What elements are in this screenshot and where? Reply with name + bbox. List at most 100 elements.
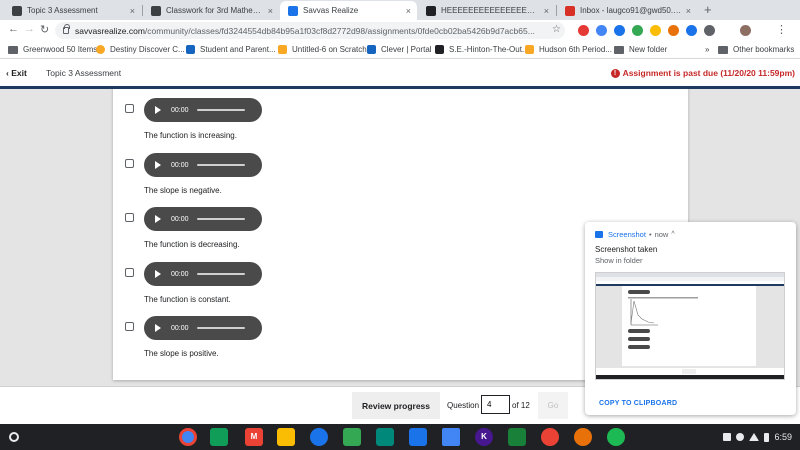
review-progress-button[interactable]: Review progress [352, 392, 440, 419]
audio-progress-track[interactable] [196, 218, 245, 220]
answer-checkbox[interactable] [125, 322, 134, 331]
close-icon[interactable]: × [686, 6, 691, 16]
notification-app: Screenshot [608, 230, 646, 239]
settings-icon[interactable] [310, 428, 328, 446]
audio-player[interactable]: 00:00 [144, 98, 262, 122]
gmail-icon[interactable]: M [245, 428, 263, 446]
lock-icon [63, 24, 70, 34]
extension-icon[interactable] [614, 25, 625, 36]
address-bar[interactable]: savvasrealize.com/community/classes/fd32… [55, 22, 565, 39]
close-icon[interactable]: × [268, 6, 273, 16]
question-number-input[interactable] [481, 395, 510, 414]
kahoot-icon[interactable]: K [475, 428, 493, 446]
bookmark-hudson[interactable]: Hudson 6th Period... [525, 45, 612, 54]
audio-progress-track[interactable] [196, 109, 245, 111]
photos-icon[interactable] [574, 428, 592, 446]
close-icon[interactable]: × [406, 6, 411, 16]
chevron-up-icon[interactable]: ^ [671, 231, 674, 238]
tab-classwork[interactable]: Classwork for 3rd Mathematics × [143, 1, 279, 20]
extension-icon[interactable] [668, 25, 679, 36]
answer-checkbox[interactable] [125, 213, 134, 222]
audio-player[interactable]: 00:00 [144, 316, 262, 340]
audio-player[interactable]: 00:00 [144, 207, 262, 231]
bookmark-student-parent[interactable]: Student and Parent... [186, 45, 276, 54]
audio-time: 00:00 [171, 324, 189, 332]
classroom-icon-2[interactable] [508, 428, 526, 446]
play-icon[interactable] [155, 324, 161, 332]
new-tab-button[interactable]: + [704, 2, 712, 17]
tab-title: Topic 3 Assessment [27, 6, 98, 15]
exit-button[interactable]: ‹ Exit [6, 68, 27, 78]
play-icon[interactable] [155, 215, 161, 223]
launcher-icon[interactable] [9, 432, 19, 442]
back-arrow-icon[interactable]: ← [8, 23, 19, 35]
audio-progress-track[interactable] [196, 273, 245, 275]
audio-player[interactable]: 00:00 [144, 262, 262, 286]
bookmark-label: New folder [629, 45, 668, 54]
spotify-icon[interactable] [607, 428, 625, 446]
past-due-notice: ! Assignment is past due (11/20/20 11:59… [610, 68, 795, 78]
play-icon[interactable] [155, 161, 161, 169]
exit-label: Exit [11, 68, 27, 78]
show-in-folder-link[interactable]: Show in folder [595, 256, 643, 265]
profile-avatar[interactable] [740, 25, 751, 36]
answer-text: The function is constant. [144, 295, 231, 304]
close-icon[interactable]: × [130, 6, 135, 16]
menu-dots-icon[interactable]: ⋮ [776, 23, 787, 36]
audio-progress-track[interactable] [196, 327, 245, 329]
battery-icon [764, 432, 770, 442]
bookmarks-overflow[interactable]: » [705, 45, 709, 54]
tab-topic-3-assessment[interactable]: Topic 3 Assessment × [4, 1, 141, 20]
answer-text: The slope is positive. [144, 349, 219, 358]
audio-progress-track[interactable] [196, 164, 245, 166]
go-button[interactable]: Go [538, 392, 568, 419]
docs-icon[interactable] [442, 428, 460, 446]
play-store-icon[interactable] [343, 428, 361, 446]
answer-checkbox[interactable] [125, 104, 134, 113]
status-area[interactable]: 6:59 [723, 432, 792, 442]
doc-icon [435, 45, 444, 54]
play-icon[interactable] [155, 270, 161, 278]
reload-icon[interactable]: ↻ [40, 23, 49, 36]
classroom-app-icon[interactable] [210, 428, 228, 446]
answer-checkbox[interactable] [125, 268, 134, 277]
tab-savvas-realize[interactable]: Savvas Realize × [280, 1, 417, 20]
maps-icon[interactable] [541, 428, 559, 446]
close-icon[interactable]: × [544, 6, 549, 16]
meet-icon[interactable] [376, 428, 394, 446]
bookmark-star-icon[interactable]: ☆ [552, 24, 561, 35]
files-icon[interactable] [409, 428, 427, 446]
audio-player[interactable]: 00:00 [144, 153, 262, 177]
bookmark-destiny[interactable]: Destiny Discover C... [96, 45, 185, 54]
bookmark-greenwood[interactable]: Greenwood 50 Items [8, 45, 97, 54]
tab-favicon-icon [426, 5, 436, 16]
bookmark-outsiders[interactable]: S.E.-Hinton-The-Out... [435, 45, 529, 54]
extension-icon[interactable] [578, 25, 589, 36]
scratch-icon [278, 45, 287, 54]
tab-heee[interactable]: HEEEEEEEEEEEEEEEEEEEEEEE × [418, 1, 555, 20]
gmail-favicon-icon [565, 5, 575, 16]
tab-inbox[interactable]: Inbox - laugco91@gwd50.org × [557, 1, 697, 20]
bookmark-label: Destiny Discover C... [110, 45, 185, 54]
forward-arrow-icon[interactable]: → [24, 23, 35, 35]
other-bookmarks[interactable]: Other bookmarks [718, 45, 794, 54]
answer-checkbox[interactable] [125, 159, 134, 168]
screenshot-notification[interactable]: Screenshot • now ^ Screenshot taken Show… [585, 222, 796, 415]
tab-title: HEEEEEEEEEEEEEEEEEEEEEEE [441, 6, 540, 15]
drive-icon[interactable] [277, 428, 295, 446]
extension-icon[interactable] [704, 25, 715, 36]
extension-icon[interactable] [596, 25, 607, 36]
extension-icon[interactable] [650, 25, 661, 36]
bookmark-scratch[interactable]: Untitled-6 on Scratch [278, 45, 367, 54]
extension-icon[interactable] [686, 25, 697, 36]
folder-icon [8, 45, 18, 54]
answer-text: The slope is negative. [144, 186, 222, 195]
play-icon[interactable] [155, 106, 161, 114]
chrome-icon[interactable] [179, 428, 197, 446]
bookmark-new-folder[interactable]: New folder [614, 45, 667, 54]
screenshot-thumbnail[interactable] [595, 272, 785, 380]
bookmark-clever[interactable]: Clever | Portal [367, 45, 432, 54]
question-total: of 12 [512, 401, 530, 410]
copy-to-clipboard-button[interactable]: COPY TO CLIPBOARD [599, 400, 677, 407]
extension-icon[interactable] [632, 25, 643, 36]
